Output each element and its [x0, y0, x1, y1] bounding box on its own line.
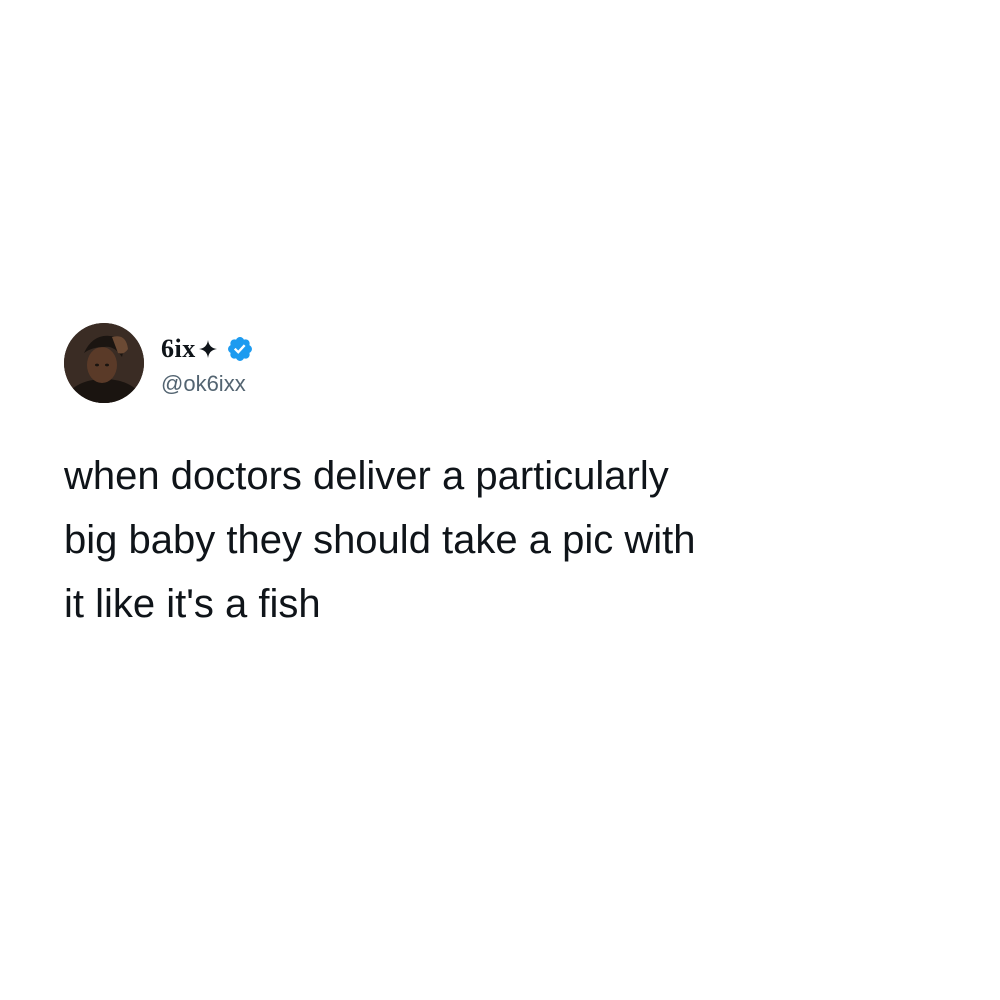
- verified-badge-icon: [226, 335, 254, 363]
- name-row: 6ix: [161, 329, 254, 369]
- tweet-header: 6ix @ok6ixx: [64, 322, 944, 404]
- tweet-card: 6ix @ok6ixx when doctors deliver a parti…: [64, 322, 944, 636]
- user-handle[interactable]: @ok6ixx: [161, 371, 254, 397]
- tweet-text: when doctors deliver a particularly big …: [64, 454, 696, 626]
- display-name[interactable]: 6ix: [161, 335, 196, 362]
- avatar[interactable]: [64, 323, 144, 403]
- avatar-image: [64, 323, 144, 403]
- sparkle-star-icon: [198, 339, 218, 359]
- user-identity: 6ix @ok6ixx: [161, 329, 254, 397]
